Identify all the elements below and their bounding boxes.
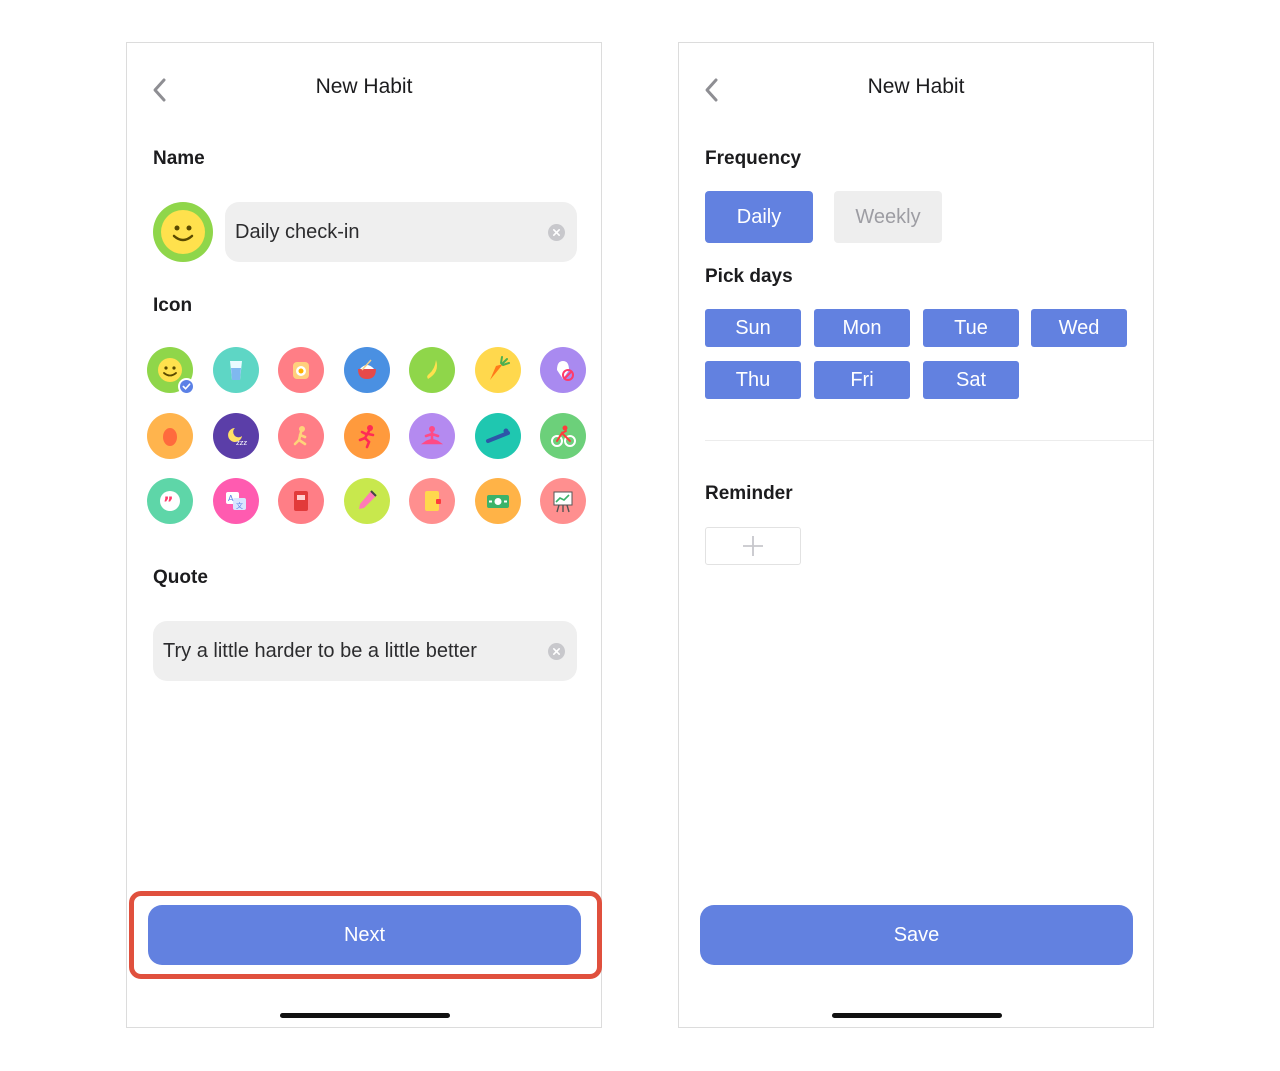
day-sat-button[interactable]: Sat <box>923 361 1019 399</box>
clear-quote-button[interactable] <box>548 643 565 660</box>
smiley-icon <box>161 210 205 254</box>
day-fri-button[interactable]: Fri <box>814 361 910 399</box>
day-tue-button[interactable]: Tue <box>923 309 1019 347</box>
new-habit-screen-step1: New Habit Name Daily check-in Icon zzz ” A… <box>126 42 602 1028</box>
quote-input[interactable]: Try a little harder to be a little bette… <box>153 621 577 681</box>
plank-icon[interactable] <box>474 412 521 459</box>
svg-text:A: A <box>228 494 234 503</box>
pick-days-label: Pick days <box>705 266 793 287</box>
section-divider <box>705 440 1153 441</box>
svg-text:zzz: zzz <box>236 439 247 447</box>
selected-habit-icon[interactable] <box>153 202 213 262</box>
svg-text:”: ” <box>163 493 174 512</box>
cycling-icon[interactable] <box>540 412 586 459</box>
no-sweets-icon[interactable] <box>540 347 586 393</box>
save-button[interactable]: Save <box>700 905 1133 965</box>
egg-icon[interactable] <box>147 412 193 459</box>
day-mon-button[interactable]: Mon <box>814 309 910 347</box>
page-title: New Habit <box>867 75 965 98</box>
journal-icon[interactable] <box>409 478 455 524</box>
quote-label: Quote <box>153 567 208 588</box>
frequency-daily-button[interactable]: Daily <box>705 191 813 243</box>
close-icon <box>552 228 561 237</box>
icon-label: Icon <box>153 295 193 316</box>
quote-bubble-icon[interactable]: ” <box>147 478 193 524</box>
day-thu-button[interactable]: Thu <box>705 361 801 399</box>
banana-icon[interactable] <box>409 347 455 393</box>
quote-input-value: Try a little harder to be a little bette… <box>163 639 477 662</box>
smiley-icon[interactable] <box>147 347 195 395</box>
pencil-icon[interactable] <box>343 478 390 524</box>
money-icon[interactable] <box>474 478 521 524</box>
new-habit-screen-step2: New Habit Frequency Daily Weekly Pick da… <box>678 42 1154 1028</box>
plus-icon <box>743 536 763 556</box>
meditation-icon[interactable] <box>409 412 455 459</box>
next-button[interactable]: Next <box>148 905 581 965</box>
reminder-label: Reminder <box>705 483 793 504</box>
home-indicator <box>832 1013 1002 1018</box>
stretching-icon[interactable] <box>278 412 324 459</box>
name-label: Name <box>153 148 205 169</box>
clear-name-button[interactable] <box>548 224 565 241</box>
frequency-label: Frequency <box>705 148 802 169</box>
presentation-icon[interactable] <box>540 478 586 524</box>
selected-check-icon <box>178 378 195 395</box>
sleep-moon-icon[interactable]: zzz <box>212 412 259 459</box>
day-wed-button[interactable]: Wed <box>1031 309 1127 347</box>
name-input[interactable]: Daily check-in <box>225 202 577 262</box>
page-title: New Habit <box>315 75 413 98</box>
frequency-weekly-button[interactable]: Weekly <box>834 191 942 243</box>
translate-icon[interactable]: A文 <box>212 478 259 524</box>
add-reminder-button[interactable] <box>705 527 801 565</box>
svg-text:文: 文 <box>236 501 243 510</box>
carrot-icon[interactable] <box>474 347 521 393</box>
book-icon[interactable] <box>278 478 324 524</box>
rice-bowl-icon[interactable] <box>343 347 390 393</box>
home-indicator <box>280 1013 450 1018</box>
name-input-value: Daily check-in <box>235 220 360 243</box>
water-glass-icon[interactable] <box>212 347 259 393</box>
close-icon <box>552 647 561 656</box>
day-sun-button[interactable]: Sun <box>705 309 801 347</box>
running-icon[interactable] <box>343 412 390 459</box>
fried-egg-icon[interactable] <box>278 347 324 393</box>
